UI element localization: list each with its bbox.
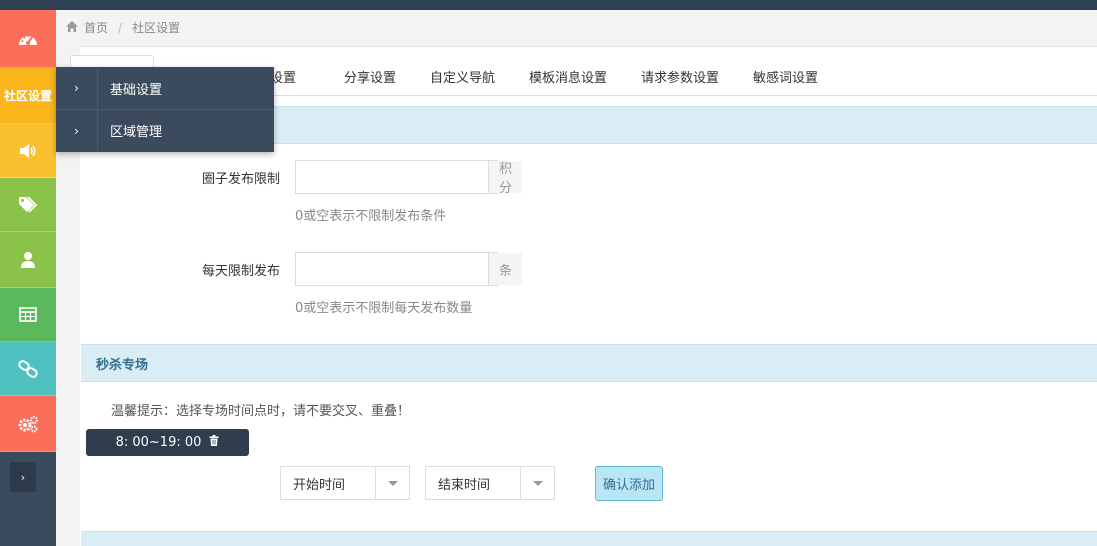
sidebar-toggle-button[interactable]: ›: [10, 462, 36, 492]
sidebar-item-community-settings[interactable]: 社区设置: [0, 68, 56, 124]
sidebar-item-label: 社区设置: [3, 89, 52, 103]
table-icon: [19, 307, 37, 322]
daily-limit-input[interactable]: [296, 253, 488, 285]
section-head-flash-sale: 秒杀专场: [81, 344, 1097, 382]
daily-limit-addon: 条: [488, 253, 523, 285]
daily-limit-label: 每天限制发布: [201, 264, 280, 279]
breadcrumb: 首页 / 社区设置: [66, 19, 180, 36]
volume-icon: [18, 143, 38, 159]
flyout-item-region-management[interactable]: › 区域管理: [56, 109, 274, 151]
sidebar: 社区设置 ›: [0, 0, 56, 546]
tags-icon: [18, 195, 38, 214]
circle-limit-addon: 积分: [488, 161, 523, 196]
sidebar-item-links[interactable]: [0, 342, 56, 396]
chevron-down-icon: [375, 467, 409, 499]
sidebar-item-users[interactable]: [0, 232, 56, 288]
chevron-down-icon: [520, 467, 554, 499]
sidebar-item-dashboard[interactable]: [0, 10, 56, 68]
link-icon: [18, 359, 38, 378]
confirm-add-button[interactable]: 确认添加: [595, 466, 663, 501]
circle-limit-input[interactable]: [296, 161, 488, 193]
breadcrumb-current: 社区设置: [132, 21, 181, 35]
start-time-select[interactable]: 开始时间: [280, 466, 410, 500]
time-slot-text: 8: 00~19: 00: [115, 435, 202, 450]
flash-sale-title: 秒杀专场: [96, 357, 149, 373]
chevron-right-icon: ›: [56, 67, 98, 109]
end-time-select[interactable]: 结束时间: [425, 466, 555, 500]
tab-custom-nav[interactable]: 自定义导航: [430, 67, 495, 86]
community-settings-flyout: › 基础设置 › 区域管理: [56, 67, 274, 152]
dashboard-icon: [18, 31, 38, 47]
top-bar: [0, 0, 1097, 10]
gears-icon: [17, 415, 39, 433]
breadcrumb-home-link[interactable]: 首页: [84, 19, 108, 36]
sidebar-item-tags[interactable]: [0, 178, 56, 232]
flash-sale-tip: 温馨提示：选择专场时间点时，请不要交叉、重叠！: [111, 404, 411, 419]
time-slot-chip: 8: 00~19: 00: [86, 429, 249, 456]
end-time-select-text: 结束时间: [438, 477, 491, 493]
tab-share-settings[interactable]: 分享设置: [344, 67, 396, 86]
daily-limit-group: 条: [295, 252, 523, 286]
tab-request-params[interactable]: 请求参数设置: [641, 67, 719, 86]
section-head-next: [81, 531, 1097, 546]
circle-limit-help: 0或空表示不限制发布条件: [295, 209, 447, 224]
breadcrumb-separator: /: [118, 20, 123, 35]
sidebar-item-avatar[interactable]: [0, 0, 56, 10]
tab-template-message[interactable]: 模板消息设置: [529, 67, 607, 86]
chevron-right-icon: ›: [56, 110, 98, 151]
daily-limit-help: 0或空表示不限制每天发布数量: [295, 301, 473, 316]
sidebar-item-tables[interactable]: [0, 288, 56, 342]
flyout-item-basic-settings[interactable]: › 基础设置: [56, 67, 274, 109]
trash-icon[interactable]: [209, 435, 219, 450]
sidebar-item-system[interactable]: [0, 396, 56, 452]
sidebar-item-announcements[interactable]: [0, 124, 56, 178]
flyout-item-label: 基础设置: [110, 82, 163, 98]
home-icon: [66, 20, 78, 35]
circle-limit-group: 积分: [295, 160, 523, 196]
user-icon: [20, 251, 36, 269]
tab-sensitive-words[interactable]: 敏感词设置: [753, 67, 818, 86]
circle-limit-label: 圈子发布限制: [201, 172, 280, 187]
flyout-item-label: 区域管理: [110, 125, 163, 140]
start-time-select-text: 开始时间: [293, 477, 346, 493]
